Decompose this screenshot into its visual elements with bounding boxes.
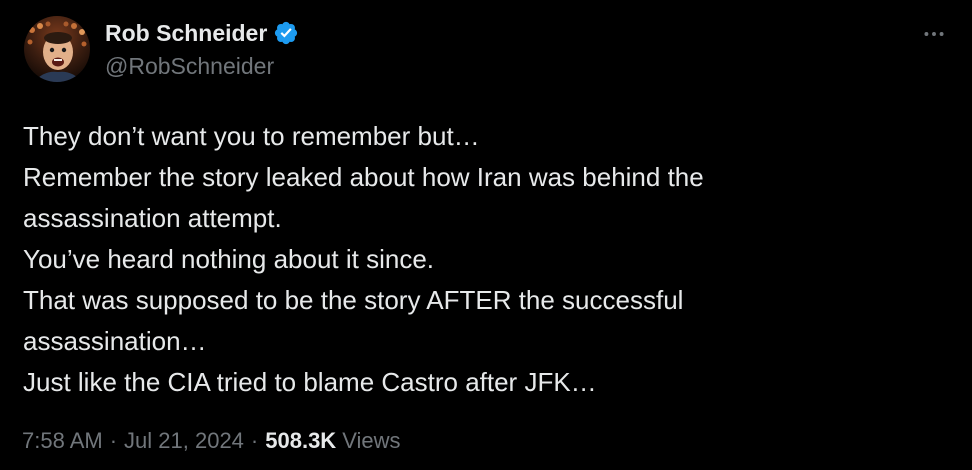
- tweet-text: They don’t want you to remember but… Rem…: [23, 116, 943, 403]
- meta-separator: ·: [109, 428, 118, 453]
- tweet-meta: 7:58 AM · Jul 21, 2024 · 508.3K Views: [22, 428, 401, 454]
- verified-badge-icon[interactable]: [273, 20, 299, 46]
- author-handle[interactable]: @RobSchneider: [105, 53, 274, 80]
- author-name-row: Rob Schneider: [105, 18, 299, 48]
- views-label[interactable]: Views: [342, 428, 400, 454]
- tweet-text-line: You’ve heard nothing about it since.: [23, 244, 435, 274]
- more-options-icon[interactable]: [920, 20, 948, 48]
- tweet-text-line: They don’t want you to remember but…: [23, 121, 480, 151]
- avatar-image: [24, 16, 90, 82]
- tweet-time[interactable]: 7:58 AM: [22, 428, 103, 454]
- tweet-text-line: Just like the CIA tried to blame Castro …: [23, 367, 597, 397]
- tweet-card: Rob Schneider @RobSchneider They don’t w…: [0, 0, 972, 470]
- tweet-text-line: assassination…: [23, 326, 207, 356]
- tweet-text-line: Remember the story leaked about how Iran…: [23, 162, 704, 192]
- tweet-date[interactable]: Jul 21, 2024: [124, 428, 244, 454]
- tweet-text-line: That was supposed to be the story AFTER …: [23, 285, 684, 315]
- views-count[interactable]: 508.3K: [265, 428, 336, 454]
- author-avatar[interactable]: [24, 16, 90, 82]
- tweet-text-line: assassination attempt.: [23, 203, 282, 233]
- meta-separator: ·: [250, 428, 259, 453]
- author-display-name[interactable]: Rob Schneider: [105, 20, 267, 47]
